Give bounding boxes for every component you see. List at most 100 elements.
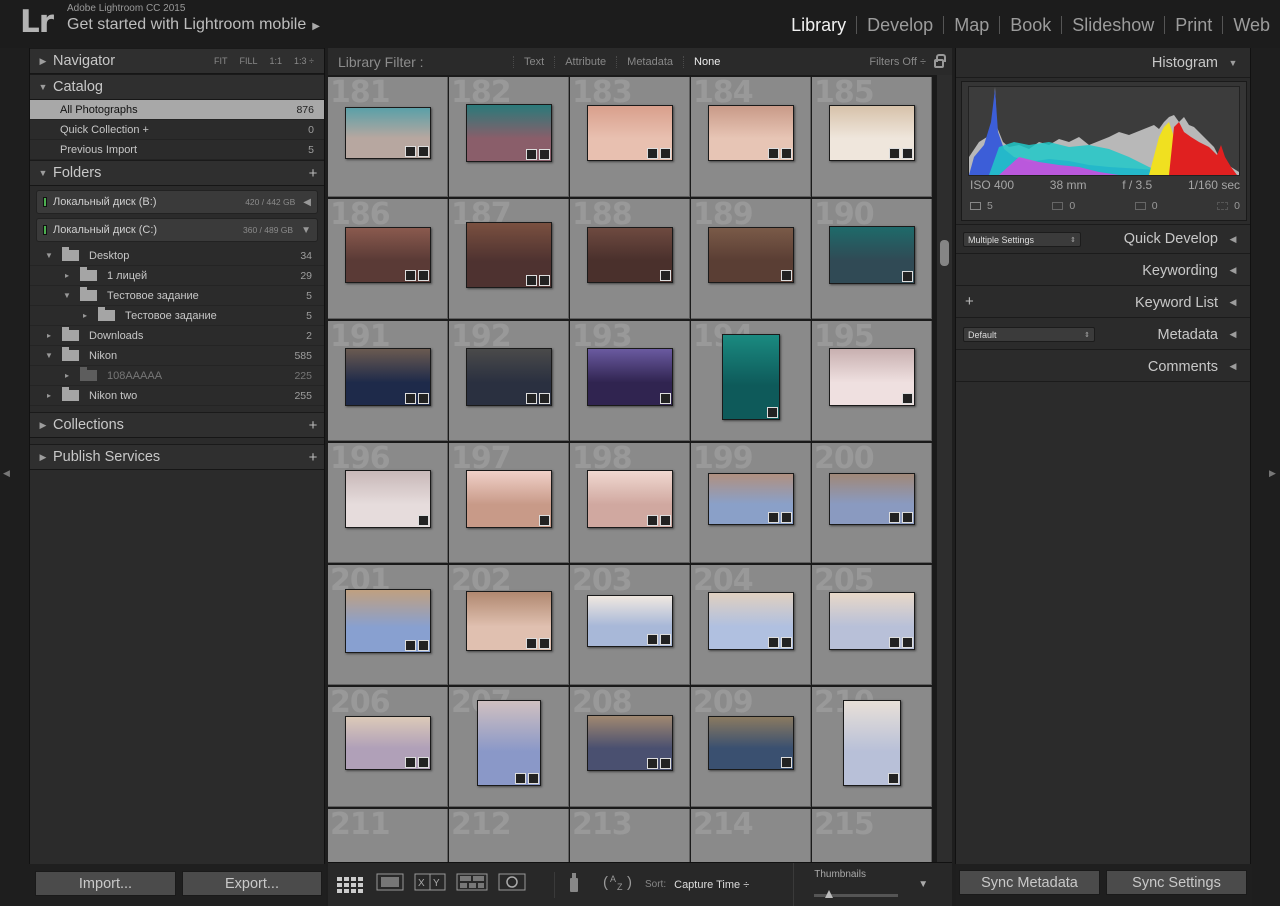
filter-attribute[interactable]: Attribute [554,55,616,68]
adjusted-badge-icon[interactable] [418,393,429,404]
module-slideshow[interactable]: Slideshow [1062,15,1164,36]
thumbnail-cell[interactable]: 215 [812,809,932,862]
adjusted-badge-icon[interactable] [418,515,429,526]
zoom-1-3[interactable]: 1:3 ÷ [294,56,314,66]
thumbnail-cell[interactable]: 206 [328,687,448,807]
volume-c[interactable]: Локальный диск (C:) 360 / 489 GB ▼ [36,218,318,242]
adjusted-badge-icon[interactable] [418,757,429,768]
adjusted-badge-icon[interactable] [781,270,792,281]
cropped-badge-icon[interactable] [526,393,537,404]
folder-1-litsey[interactable]: ▸ 1 лицей 29 [30,266,324,286]
thumbnail-cell[interactable]: 192 [449,321,569,441]
disclosure-down-icon[interactable]: ▼ [33,168,53,178]
lock-icon[interactable] [934,54,946,68]
publish-services-header[interactable]: ▶ Publish Services + [30,444,324,470]
disclosure-right-icon[interactable]: ▸ [42,331,56,340]
thumbnail-cell[interactable]: 184 [691,77,811,197]
updown-icon[interactable]: ⇕ [1084,331,1090,339]
add-keyword-icon[interactable]: + [965,293,974,310]
thumbnail-cell[interactable]: 201 [328,565,448,685]
collections-title[interactable]: Collections [53,417,302,433]
adjusted-badge-icon[interactable] [418,270,429,281]
loupe-view-icon[interactable] [376,872,404,892]
disclosure-right-icon[interactable]: ▸ [60,371,74,380]
cropped-badge-icon[interactable] [405,393,416,404]
sync-settings-button[interactable]: Sync Settings [1106,870,1247,895]
zoom-1-1[interactable]: 1:1 [270,56,283,66]
survey-view-button[interactable] [456,872,488,897]
module-develop[interactable]: Develop [857,15,943,36]
disclosure-down-icon[interactable]: ▼ [1224,58,1242,68]
cropped-badge-icon[interactable] [526,638,537,649]
adjusted-badge-icon[interactable] [539,275,550,286]
cropped-badge-icon[interactable] [526,275,537,286]
spray-can-icon[interactable] [567,871,581,893]
thumbnail-cell[interactable]: 188 [570,199,690,319]
adjusted-badge-icon[interactable] [660,393,671,404]
keyword-list-header[interactable]: + Keyword List ◀ [956,288,1250,318]
adjusted-badge-icon[interactable] [660,634,671,645]
collapse-left-icon[interactable]: ◀ [303,197,311,208]
left-edge-toggle[interactable]: ◀ [0,48,14,906]
caret-right-icon[interactable]: ▶ [1269,468,1276,479]
disclosure-down-icon[interactable]: ▼ [42,351,56,360]
thumbnail-cell[interactable]: 186 [328,199,448,319]
cropped-badge-icon[interactable] [768,512,779,523]
histogram-title[interactable]: Histogram [1152,55,1218,71]
folder-test-task-sub[interactable]: ▸ Тестовое задание 5 [30,306,324,326]
filter-none[interactable]: None [683,55,730,68]
thumbnail-cell[interactable]: 204 [691,565,811,685]
disclosure-left-icon[interactable]: ◀ [1224,361,1242,372]
thumbnail-cell[interactable]: 200 [812,443,932,563]
cropped-badge-icon[interactable] [889,148,900,159]
adjusted-badge-icon[interactable] [902,148,913,159]
disclosure-right-icon[interactable]: ▶ [33,56,53,67]
identity-plate[interactable]: Get started with Lightroom mobile ▶ [67,16,320,34]
collections-header[interactable]: ▶ Collections + [30,412,324,438]
volume-b[interactable]: Локальный диск (B:) 420 / 442 GB ◀ [36,190,318,214]
thumbnail-cell[interactable]: 203 [570,565,690,685]
cropped-badge-icon[interactable] [405,146,416,157]
toolbar-options-icon[interactable]: ▼ [918,879,928,890]
sort-direction-button[interactable]: (A Z) [603,871,637,898]
folder-desktop[interactable]: ▼ Desktop 34 [30,246,324,266]
keywording-header[interactable]: Keywording ◀ [956,256,1250,286]
thumbnail-cell[interactable]: 183 [570,77,690,197]
zoom-fit[interactable]: FIT [214,56,228,66]
catalog-header[interactable]: ▼ Catalog [30,74,324,100]
disclosure-right-icon[interactable]: ▸ [42,391,56,400]
cropped-badge-icon[interactable] [515,773,526,784]
metadata-title[interactable]: Metadata [1158,327,1218,343]
grid-view-icon[interactable] [336,875,366,895]
thumbnail-cell[interactable]: 198 [570,443,690,563]
publish-services-title[interactable]: Publish Services [53,449,302,465]
thumbnail-cell[interactable]: 205 [812,565,932,685]
loupe-view-button[interactable] [376,872,404,897]
catalog-title[interactable]: Catalog [53,79,324,95]
adjusted-badge-icon[interactable] [888,773,899,784]
adjusted-badge-icon[interactable] [781,148,792,159]
sort-select[interactable]: Capture Time ÷ [674,879,749,891]
catalog-item-quick-collection[interactable]: Quick Collection + 0 [30,120,324,140]
sync-metadata-button[interactable]: Sync Metadata [959,870,1100,895]
folder-downloads[interactable]: ▸ Downloads 2 [30,326,324,346]
navigator-header[interactable]: ▶ Navigator FIT FILL 1:1 1:3 ÷ [30,48,324,74]
adjusted-badge-icon[interactable] [539,515,550,526]
disclosure-left-icon[interactable]: ◀ [1224,329,1242,340]
filter-metadata[interactable]: Metadata [616,55,683,68]
thumbnail-cell[interactable]: 212 [449,809,569,862]
disclosure-right-icon[interactable]: ▸ [78,311,92,320]
adjusted-badge-icon[interactable] [781,512,792,523]
caret-left-icon[interactable]: ◀ [3,468,10,479]
adjusted-badge-icon[interactable] [902,393,913,404]
add-publish-service-icon[interactable]: + [302,449,324,466]
thumbnail-cell[interactable]: 181 [328,77,448,197]
expand-down-icon[interactable]: ▼ [301,225,311,236]
folders-title[interactable]: Folders [53,165,302,181]
disclosure-left-icon[interactable]: ◀ [1224,297,1242,308]
module-web[interactable]: Web [1223,15,1280,36]
cropped-badge-icon[interactable] [647,148,658,159]
cropped-badge-icon[interactable] [405,757,416,768]
cropped-badge-icon[interactable] [889,512,900,523]
navigator-title[interactable]: Navigator [53,53,214,69]
